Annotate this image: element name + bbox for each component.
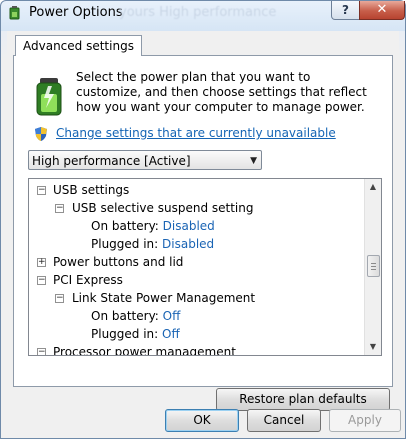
collapse-icon[interactable]: −: [37, 348, 46, 355]
tree-item-pci-plugged-in[interactable]: Plugged in: Off: [91, 325, 180, 343]
scrollbar-thumb[interactable]: [367, 255, 380, 277]
tree-item-usb-on-battery[interactable]: On battery: Disabled: [91, 217, 215, 235]
instructions-text: Select the power plan that you want to c…: [76, 70, 367, 114]
settings-tree[interactable]: − USB settings − USB selective suspend s…: [28, 178, 382, 356]
tree-item-usb-selective-suspend[interactable]: − USB selective suspend setting: [55, 199, 253, 217]
tab-panel: Select the power plan that you want to c…: [13, 55, 393, 411]
collapse-icon[interactable]: −: [55, 204, 64, 213]
tree-item-usb-plugged-in[interactable]: Plugged in: Disabled: [91, 235, 214, 253]
tree-scrollbar[interactable]: ▲ ▼: [364, 179, 381, 355]
power-plan-value: High performance [Active]: [32, 154, 191, 168]
setting-value-link[interactable]: Disabled: [163, 219, 215, 233]
setting-label: Plugged in:: [91, 237, 159, 251]
collapse-icon[interactable]: −: [37, 186, 46, 195]
restore-plan-defaults-button[interactable]: Restore plan defaults: [216, 388, 390, 411]
change-settings-link[interactable]: Change settings that are currently unava…: [56, 126, 336, 140]
tree-item-pci-on-battery[interactable]: On battery: Off: [91, 307, 180, 325]
close-button[interactable]: ✕: [359, 1, 405, 20]
expand-icon[interactable]: +: [37, 258, 46, 267]
tree-item-label: USB selective suspend setting: [72, 201, 254, 215]
tree-item-label: Processor power management: [53, 345, 236, 356]
uac-shield-icon: [35, 127, 47, 141]
scroll-down-icon[interactable]: ▼: [365, 339, 381, 355]
collapse-icon[interactable]: −: [37, 276, 46, 285]
setting-value-link[interactable]: Disabled: [162, 237, 214, 251]
tree-item-label: Power buttons and lid: [53, 255, 184, 269]
tree-item-power-buttons[interactable]: + Power buttons and lid: [37, 253, 183, 271]
tree-item-link-state[interactable]: − Link State Power Management: [55, 289, 255, 307]
power-plan-select[interactable]: High performance [Active] ▼: [28, 150, 262, 170]
collapse-icon[interactable]: −: [55, 294, 64, 303]
tab-advanced-settings[interactable]: Advanced settings: [15, 35, 142, 56]
setting-label: On battery:: [91, 219, 159, 233]
background-window-title: yours High performance: [119, 5, 277, 20]
tree-item-label: USB settings: [53, 183, 130, 197]
window-title: Power Options: [29, 5, 123, 20]
power-options-icon: [9, 6, 20, 20]
tree-item-label: PCI Express: [53, 273, 123, 287]
ok-button[interactable]: OK: [165, 409, 239, 432]
grip-line: [371, 269, 376, 270]
setting-value-link[interactable]: Off: [162, 327, 180, 341]
power-options-window: Power Options yours High performance ? ✕…: [0, 0, 406, 439]
scroll-up-icon[interactable]: ▲: [365, 179, 381, 195]
apply-button[interactable]: Apply: [329, 409, 401, 432]
setting-value-link[interactable]: Off: [163, 309, 181, 323]
battery-plug-icon: [36, 78, 62, 116]
tree-item-usb-settings[interactable]: − USB settings: [37, 181, 129, 199]
tree-item-label: Link State Power Management: [72, 291, 256, 305]
help-button[interactable]: ?: [331, 1, 360, 20]
title-bar[interactable]: Power Options yours High performance ? ✕: [1, 1, 405, 27]
tree-item-pci-express[interactable]: − PCI Express: [37, 271, 123, 289]
chevron-down-icon: ▼: [250, 156, 257, 166]
cancel-button[interactable]: Cancel: [247, 409, 321, 432]
grip-line: [371, 263, 376, 264]
grip-line: [371, 266, 376, 267]
dialog-client: Advanced settings Select the power plan …: [7, 31, 401, 432]
setting-label: On battery:: [91, 309, 159, 323]
setting-label: Plugged in:: [91, 327, 159, 341]
tree-item-processor[interactable]: − Processor power management: [37, 343, 236, 356]
